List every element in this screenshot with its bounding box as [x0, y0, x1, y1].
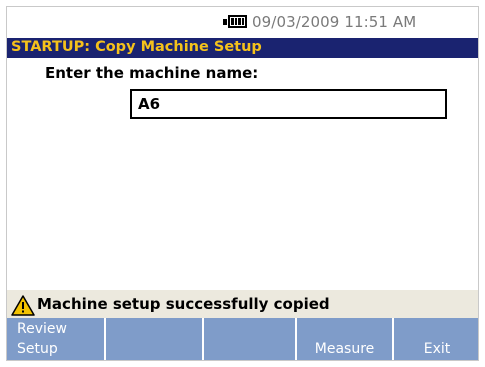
- battery-cell: [234, 18, 237, 25]
- screen-title: STARTUP: Copy Machine Setup: [11, 39, 262, 55]
- warning-icon: [11, 295, 35, 316]
- battery-cell: [238, 18, 241, 25]
- exit-button[interactable]: Exit: [394, 318, 478, 360]
- status-message: Machine setup successfully copied: [37, 295, 330, 313]
- softkey-2-button[interactable]: [106, 318, 202, 360]
- measure-label: Measure: [314, 341, 375, 357]
- review-setup-button[interactable]: Review Setup: [7, 318, 104, 360]
- machine-name-prompt: Enter the machine name:: [45, 64, 259, 82]
- review-setup-label-line1: Review: [17, 321, 67, 337]
- status-bar: 09/03/2009 11:51 AM: [7, 7, 478, 37]
- battery-terminal: [223, 19, 227, 25]
- date-time: 09/03/2009 11:51 AM: [252, 13, 417, 31]
- review-setup-label-line2: Setup: [17, 341, 58, 357]
- title-bar: STARTUP: Copy Machine Setup: [7, 38, 478, 58]
- exit-label: Exit: [423, 341, 451, 357]
- message-bar: Machine setup successfully copied: [7, 290, 478, 318]
- softkey-3-button[interactable]: [204, 318, 295, 360]
- machine-name-input[interactable]: [130, 89, 447, 119]
- softkey-bar: Review Setup Measure Exit: [7, 318, 478, 360]
- device-screen: 09/03/2009 11:51 AM STARTUP: Copy Machin…: [6, 6, 479, 361]
- battery-full-icon: [228, 15, 247, 28]
- battery-cell: [241, 18, 244, 25]
- battery-cell: [231, 18, 234, 25]
- measure-button[interactable]: Measure: [297, 318, 392, 360]
